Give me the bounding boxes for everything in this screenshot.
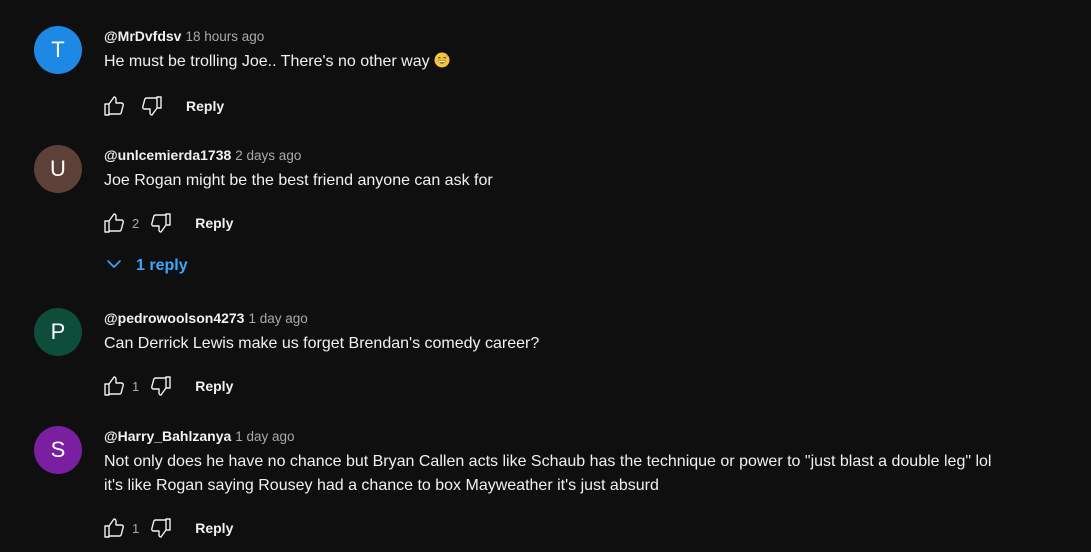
thumbs-up-icon	[102, 516, 126, 540]
comment-time[interactable]: 1 day ago	[248, 311, 307, 326]
comment-text: Joe Rogan might be the best friend anyon…	[104, 172, 493, 189]
thumbs-up-icon	[102, 374, 126, 398]
author-name[interactable]: @Harry_Bahlzanya	[104, 428, 231, 444]
show-replies-button[interactable]: 1 reply	[104, 252, 188, 280]
comment-actions: Reply	[100, 92, 224, 120]
thumbs-up-icon	[102, 211, 126, 235]
like-button[interactable]	[100, 209, 128, 237]
comment-text: Can Derrick Lewis make us forget Brendan…	[104, 335, 540, 352]
comment-body: @unlcemierda1738 2 days ago Joe Rogan mig…	[104, 145, 1084, 193]
author-name[interactable]: @MrDvfdsv	[104, 28, 181, 44]
avatar[interactable]: P	[34, 308, 82, 356]
reply-button[interactable]: Reply	[195, 378, 233, 394]
thumbs-down-icon	[149, 516, 173, 540]
comment-header: @unlcemierda1738 2 days ago	[104, 145, 1084, 165]
thumbs-down-icon	[149, 374, 173, 398]
comment-actions: 1 Reply	[100, 514, 233, 542]
like-button[interactable]	[100, 92, 128, 120]
grinning-sweat-emoji-icon	[434, 52, 450, 68]
like-button[interactable]	[100, 372, 128, 400]
like-button[interactable]	[100, 514, 128, 542]
like-count: 2	[132, 215, 140, 231]
thumbs-down-icon	[140, 94, 164, 118]
comment-header: @MrDvfdsv 18 hours ago	[104, 26, 1084, 46]
comment-body: @pedrowoolson4273 1 day ago Can Derrick L…	[104, 308, 1084, 356]
comment-text-line: Not only does he have no chance but Brya…	[104, 453, 992, 470]
avatar[interactable]: U	[34, 145, 82, 193]
comment-time[interactable]: 18 hours ago	[185, 29, 264, 44]
dislike-button[interactable]	[138, 92, 166, 120]
comment-text-content: He must be trolling Joe.. There's no oth…	[104, 53, 430, 70]
thumbs-up-icon	[102, 94, 126, 118]
comment-actions: 2 Reply	[100, 209, 233, 237]
author-name[interactable]: @unlcemierda1738	[104, 147, 231, 163]
chevron-down-icon	[104, 254, 136, 279]
comment-time[interactable]: 2 days ago	[235, 148, 301, 163]
comment-body: @Harry_Bahlzanya 1 day ago Not only does …	[104, 426, 1084, 498]
replies-count-label: 1 reply	[136, 257, 188, 274]
reply-button[interactable]: Reply	[195, 520, 233, 536]
avatar[interactable]: T	[34, 26, 82, 74]
avatar[interactable]: S	[34, 426, 82, 474]
dislike-button[interactable]	[147, 209, 175, 237]
comment-text: Not only does he have no chance but Brya…	[104, 450, 1084, 498]
comment-header: @pedrowoolson4273 1 day ago	[104, 308, 1084, 328]
comment-text-line: it's like Rogan saying Rousey had a chan…	[104, 477, 659, 494]
like-count: 1	[132, 520, 140, 536]
comment-text: He must be trolling Joe.. There's no oth…	[104, 50, 1084, 74]
reply-button[interactable]: Reply	[195, 215, 233, 231]
dislike-button[interactable]	[147, 514, 175, 542]
comment-body: @MrDvfdsv 18 hours ago He must be trollin…	[104, 26, 1084, 74]
comment-header: @Harry_Bahlzanya 1 day ago	[104, 426, 1084, 446]
comment-time[interactable]: 1 day ago	[235, 429, 294, 444]
author-name[interactable]: @pedrowoolson4273	[104, 310, 244, 326]
like-count: 1	[132, 378, 140, 394]
reply-button[interactable]: Reply	[186, 98, 224, 114]
comment-actions: 1 Reply	[100, 372, 233, 400]
dislike-button[interactable]	[147, 372, 175, 400]
thumbs-down-icon	[149, 211, 173, 235]
